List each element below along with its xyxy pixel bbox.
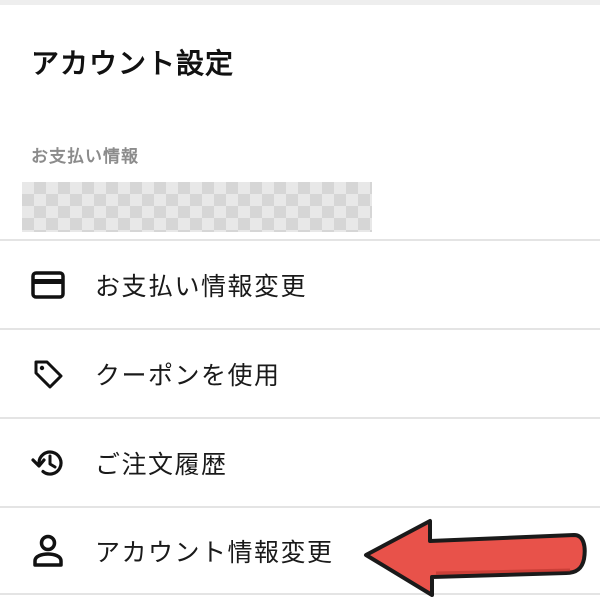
- payment-info-label: お支払い情報: [31, 147, 139, 167]
- person-icon: [28, 531, 68, 571]
- menu-item-order-history[interactable]: ご注文履歴: [0, 417, 600, 506]
- menu-item-label: アカウント情報変更: [95, 537, 334, 567]
- settings-menu: お支払い情報変更 クーポンを使用 ご注文履歴 アカウント情報変更: [0, 239, 600, 595]
- payment-info-redacted-value: [22, 182, 372, 232]
- account-settings-screen: アカウント設定 お支払い情報 お支払い情報変更 クーポンを使用 ご注文履歴 アカ…: [0, 0, 600, 600]
- top-divider: [0, 0, 600, 5]
- menu-item-label: お支払い情報変更: [95, 271, 308, 301]
- menu-item-label: ご注文履歴: [95, 449, 228, 479]
- menu-item-label: クーポンを使用: [95, 360, 281, 390]
- menu-item-change-payment[interactable]: お支払い情報変更: [0, 239, 600, 328]
- menu-item-change-account-info[interactable]: アカウント情報変更: [0, 506, 600, 595]
- credit-card-icon: [28, 265, 68, 305]
- page-title: アカウント設定: [31, 47, 235, 80]
- menu-item-use-coupon[interactable]: クーポンを使用: [0, 328, 600, 417]
- history-icon: [28, 443, 68, 483]
- tag-icon: [28, 354, 68, 394]
